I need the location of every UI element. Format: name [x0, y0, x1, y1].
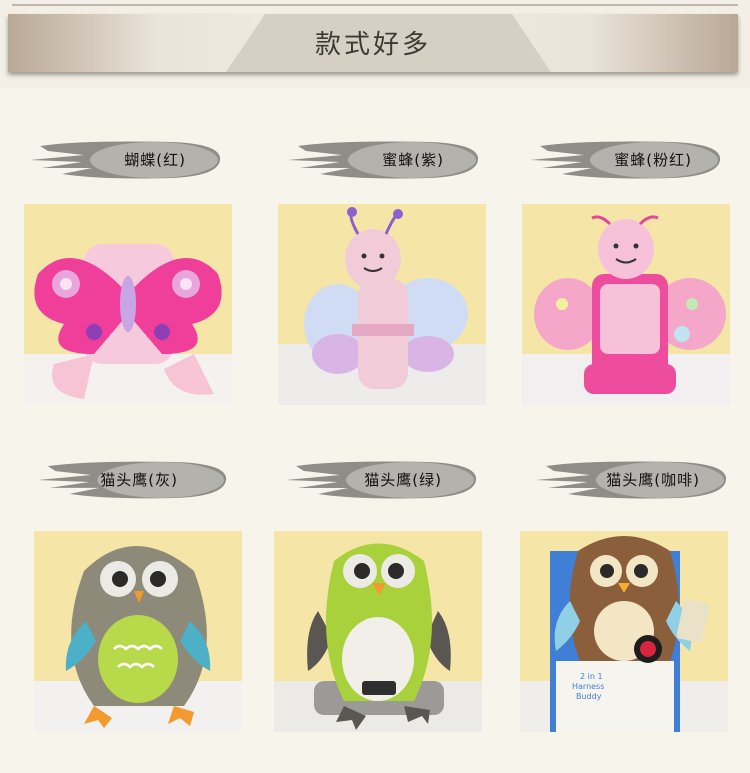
product-label-text: 蝴蝶(红)	[124, 151, 186, 169]
product-photo-owl-green	[274, 531, 482, 732]
product-label-text: 猫头鹰(灰)	[100, 471, 178, 489]
banner-bar: 款式好多	[8, 14, 738, 72]
banner-title: 款式好多	[314, 30, 431, 60]
product-label-bee-pink: 蜜蜂(粉红)	[522, 138, 722, 182]
product-photo-butterfly	[24, 204, 232, 405]
product-photo-owl-gray	[34, 531, 242, 732]
product-label-text: 猫头鹰(咖啡)	[606, 471, 700, 489]
product-label-owl-brown: 猫头鹰(咖啡)	[528, 458, 728, 502]
box-text-line3: Buddy	[576, 692, 602, 701]
header-banner: 款式好多	[0, 0, 750, 88]
product-photo-owl-brown: 2 in 1 Harness Buddy	[520, 531, 728, 732]
product-label-text: 蜜蜂(紫)	[382, 151, 444, 169]
product-label-owl-gray: 猫头鹰(灰)	[30, 458, 228, 502]
product-label-text: 猫头鹰(绿)	[364, 471, 442, 489]
product-photo-bee-pink	[522, 204, 730, 405]
box-text-line2: Harness	[572, 682, 604, 691]
banner-top-rule	[12, 4, 738, 6]
box-text-line1: 2 in 1	[580, 672, 603, 681]
product-photo-bee-purple	[278, 204, 486, 405]
product-label-owl-green: 猫头鹰(绿)	[278, 458, 478, 502]
product-label-butterfly-red: 蝴蝶(红)	[22, 138, 222, 182]
product-label-bee-purple: 蜜蜂(紫)	[280, 138, 480, 182]
product-label-text: 蜜蜂(粉红)	[614, 151, 692, 169]
